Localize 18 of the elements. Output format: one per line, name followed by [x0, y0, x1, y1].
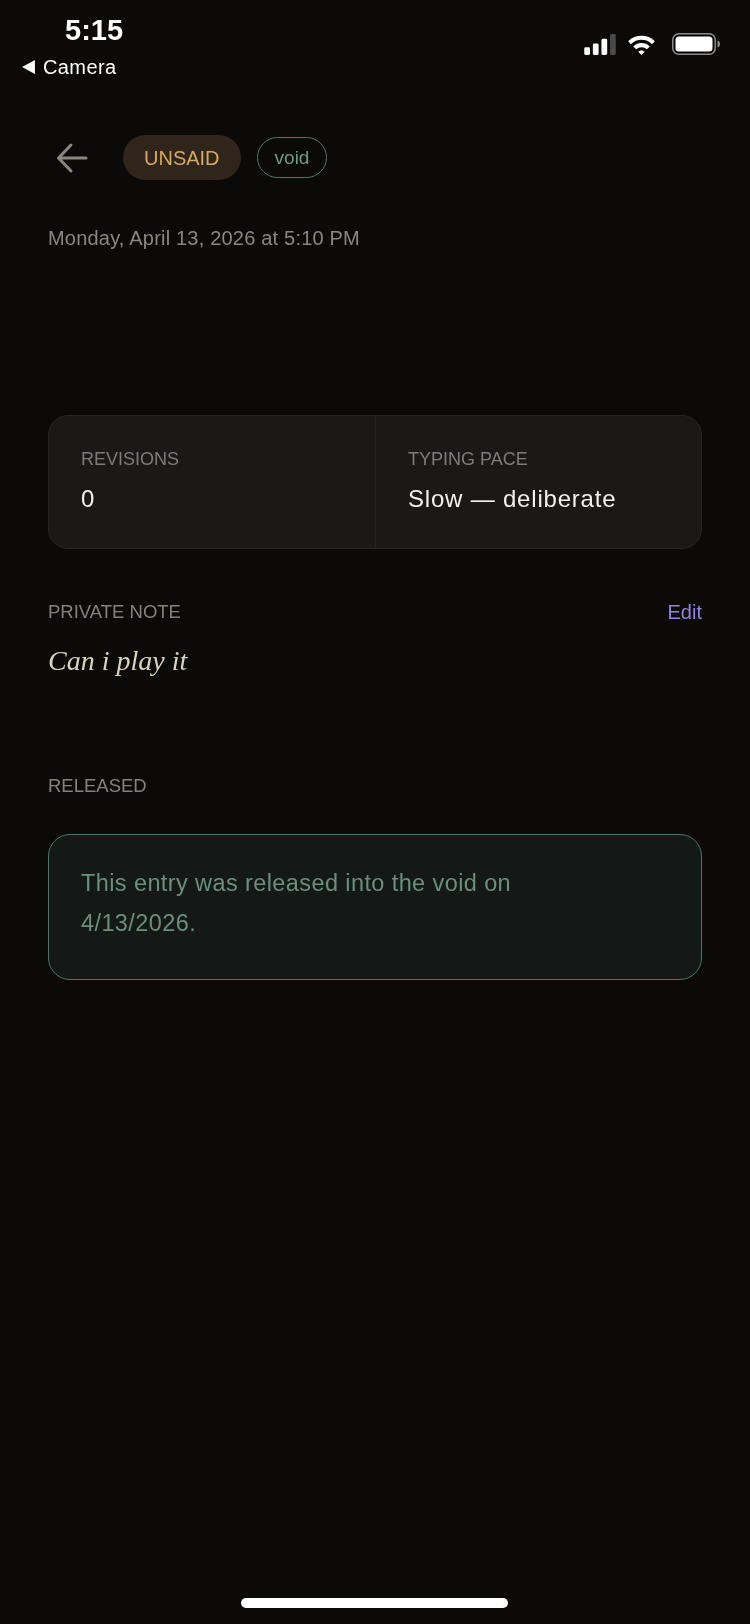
status-time: 5:15	[65, 13, 124, 47]
section-heading: RELEASED	[48, 775, 147, 797]
signal-icon	[584, 33, 617, 55]
back-arrow-icon[interactable]	[56, 141, 88, 174]
wifi-icon	[627, 33, 656, 55]
stat-label: REVISIONS	[81, 448, 180, 470]
back-to-app-link[interactable]: Camera	[22, 55, 117, 79]
stat-value: 0	[81, 484, 96, 514]
tag: UNSAID	[123, 135, 241, 180]
section-heading: PRIVATE NOTE	[48, 601, 181, 623]
note-text: Can i play it	[48, 644, 188, 678]
stat-label: TYPING PACE	[408, 448, 528, 470]
battery-icon	[672, 33, 720, 55]
stat-value: Slow — deliberate	[408, 484, 617, 514]
edit-link[interactable]: Edit	[667, 600, 702, 624]
released-message: This entry was released into the void on 4/13/2026.	[81, 869, 513, 938]
back-triangle-icon	[22, 60, 35, 74]
entry-date: Monday, April 13, 2026 at 5:10 PM	[48, 226, 360, 250]
